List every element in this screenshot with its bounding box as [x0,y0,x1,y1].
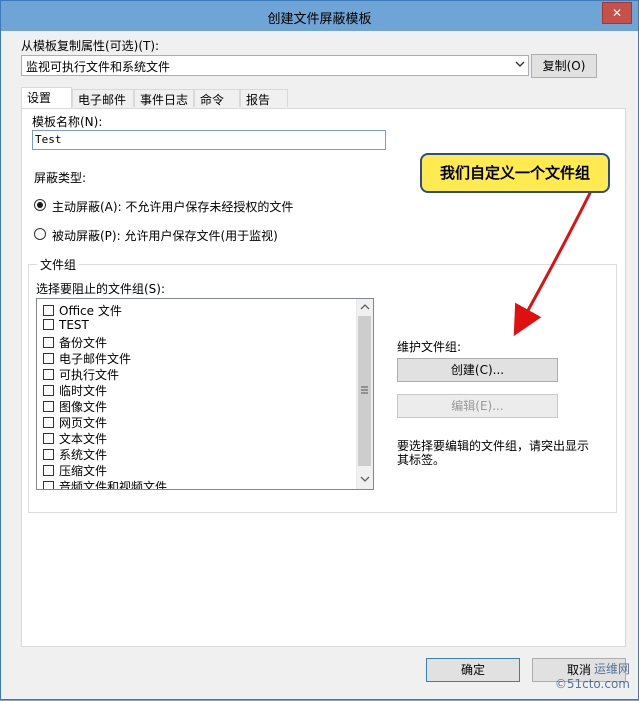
file-groups-caption: 文件组 [37,256,80,273]
tab-report[interactable]: 报告 [240,89,288,107]
checkbox[interactable] [43,433,54,444]
watermark-line1: 运维网 [593,662,630,676]
list-item[interactable]: 备份文件 [43,334,107,350]
checkbox[interactable] [43,465,54,476]
template-select-value: 监视可执行文件和系统文件 [26,60,171,74]
list-item[interactable]: 电子邮件文件 [43,350,131,366]
template-name-value: Test [35,133,62,146]
list-item[interactable]: TEST [43,318,89,334]
checkbox[interactable] [43,449,54,460]
maintain-groups-label: 维护文件组: [397,340,462,354]
scroll-thumb[interactable] [358,316,371,466]
chevron-down-icon [515,61,525,67]
checkbox[interactable] [43,305,54,316]
create-group-button[interactable]: 创建(C)... [397,358,558,382]
list-item[interactable]: 系统文件 [43,446,107,462]
edit-hint: 要选择要编辑的文件组，请突出显示其标签。 [397,439,590,467]
window-title: 创建文件屏蔽模板 [267,12,372,27]
dialog-window: 创建文件屏蔽模板 ✕ 从模板复制属性(可选)(T): 监视可执行文件和系统文件 … [0,0,639,700]
checkbox[interactable] [43,385,54,396]
template-name-field[interactable]: Test [32,130,386,150]
passive-screening-label: 被动屏蔽(P): 允许用户保存文件(用于监视) [52,229,278,243]
list-item[interactable]: 图像文件 [43,398,107,414]
tab-settings[interactable]: 设置 [21,87,72,108]
list-item[interactable]: 压缩文件 [43,462,107,478]
tab-email[interactable]: 电子邮件 [72,89,134,107]
checkbox[interactable] [43,481,54,489]
list-item[interactable]: 临时文件 [43,382,107,398]
scroll-up-icon[interactable] [360,303,370,311]
callout-label: 我们自定义一个文件组 [420,153,610,193]
checkbox[interactable] [43,319,54,330]
file-groups-listbox[interactable]: Office 文件 TEST 备份文件 电子邮件文件 可执行文件 临时文件 图像… [36,298,374,490]
tab-command[interactable]: 命令 [194,89,240,107]
list-item[interactable]: Office 文件 [43,302,122,318]
ok-button[interactable]: 确定 [426,658,520,682]
copy-from-label: 从模板复制属性(可选)(T): [21,39,160,53]
list-item[interactable]: 网页文件 [43,414,107,430]
template-name-label: 模板名称(N): [32,115,103,129]
file-groups-list-label: 选择要阻止的文件组(S): [36,282,166,296]
dialog-body: 从模板复制属性(可选)(T): 监视可执行文件和系统文件 复制(O) 设置 电子… [9,31,630,691]
passive-screening-radio[interactable] [34,228,46,240]
grip-icon [361,386,368,394]
scroll-down-icon[interactable] [360,475,370,483]
watermark-line2: ©51cto.com [554,677,630,691]
checkbox[interactable] [43,337,54,348]
copy-button[interactable]: 复制(O) [531,54,597,78]
active-screening-radio[interactable] [34,199,46,211]
screen-type-label: 屏蔽类型: [34,171,87,185]
watermark: 运维网 ©51cto.com [555,660,630,691]
template-select[interactable]: 监视可执行文件和系统文件 [21,55,529,76]
close-icon: ✕ [611,6,623,20]
checkbox[interactable] [43,353,54,364]
title-bar: 创建文件屏蔽模板 ✕ [1,1,638,31]
edit-group-button[interactable]: 编辑(E)... [397,394,558,418]
tab-event-log[interactable]: 事件日志 [134,89,194,107]
checkbox[interactable] [43,369,54,380]
active-screening-label: 主动屏蔽(A): 不允许用户保存未经授权的文件 [52,200,294,214]
checkbox[interactable] [43,417,54,428]
list-item[interactable]: 音频文件和视频文件 [43,478,167,489]
list-scrollbar[interactable] [356,299,373,489]
list-item[interactable]: 文本文件 [43,430,107,446]
checkbox[interactable] [43,401,54,412]
close-button[interactable]: ✕ [602,2,632,24]
list-item[interactable]: 可执行文件 [43,366,119,382]
